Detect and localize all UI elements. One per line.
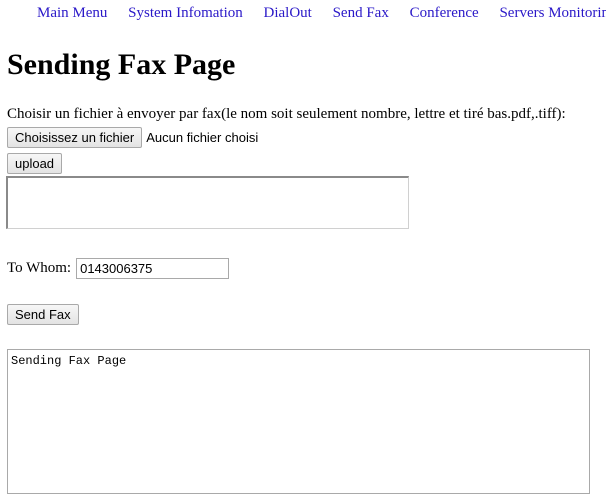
nav-link-servers-monitoring[interactable]: Servers Monitoring bbox=[499, 5, 606, 21]
nav-link-send-fax[interactable]: Send Fax bbox=[333, 5, 389, 21]
send-fax-button[interactable]: Send Fax bbox=[7, 304, 79, 325]
nav-link-conference[interactable]: Conference bbox=[410, 5, 479, 21]
upload-result-frame bbox=[6, 176, 409, 229]
recipient-row: To Whom: bbox=[7, 258, 230, 279]
file-instruction-text: Choisir un fichier à envoyer par fax(le … bbox=[7, 106, 566, 122]
nav-link-dialout[interactable]: DialOut bbox=[264, 5, 312, 21]
top-nav: Main Menu System Infomation DialOut Send… bbox=[37, 5, 606, 22]
upload-button[interactable]: upload bbox=[7, 153, 63, 174]
nav-link-main-menu[interactable]: Main Menu bbox=[37, 5, 107, 21]
fax-log-textarea[interactable]: Sending Fax Page bbox=[7, 349, 590, 494]
page-title: Sending Fax Page bbox=[7, 48, 236, 81]
choose-file-button[interactable]: Choisissez un fichier bbox=[7, 127, 143, 148]
recipient-label: To Whom: bbox=[7, 260, 72, 276]
recipient-number-input[interactable] bbox=[76, 258, 230, 279]
file-status-text: Aucun fichier choisi bbox=[146, 130, 259, 145]
nav-link-system-information[interactable]: System Infomation bbox=[128, 5, 243, 21]
file-picker: Choisissez un fichier Aucun fichier choi… bbox=[7, 127, 258, 148]
